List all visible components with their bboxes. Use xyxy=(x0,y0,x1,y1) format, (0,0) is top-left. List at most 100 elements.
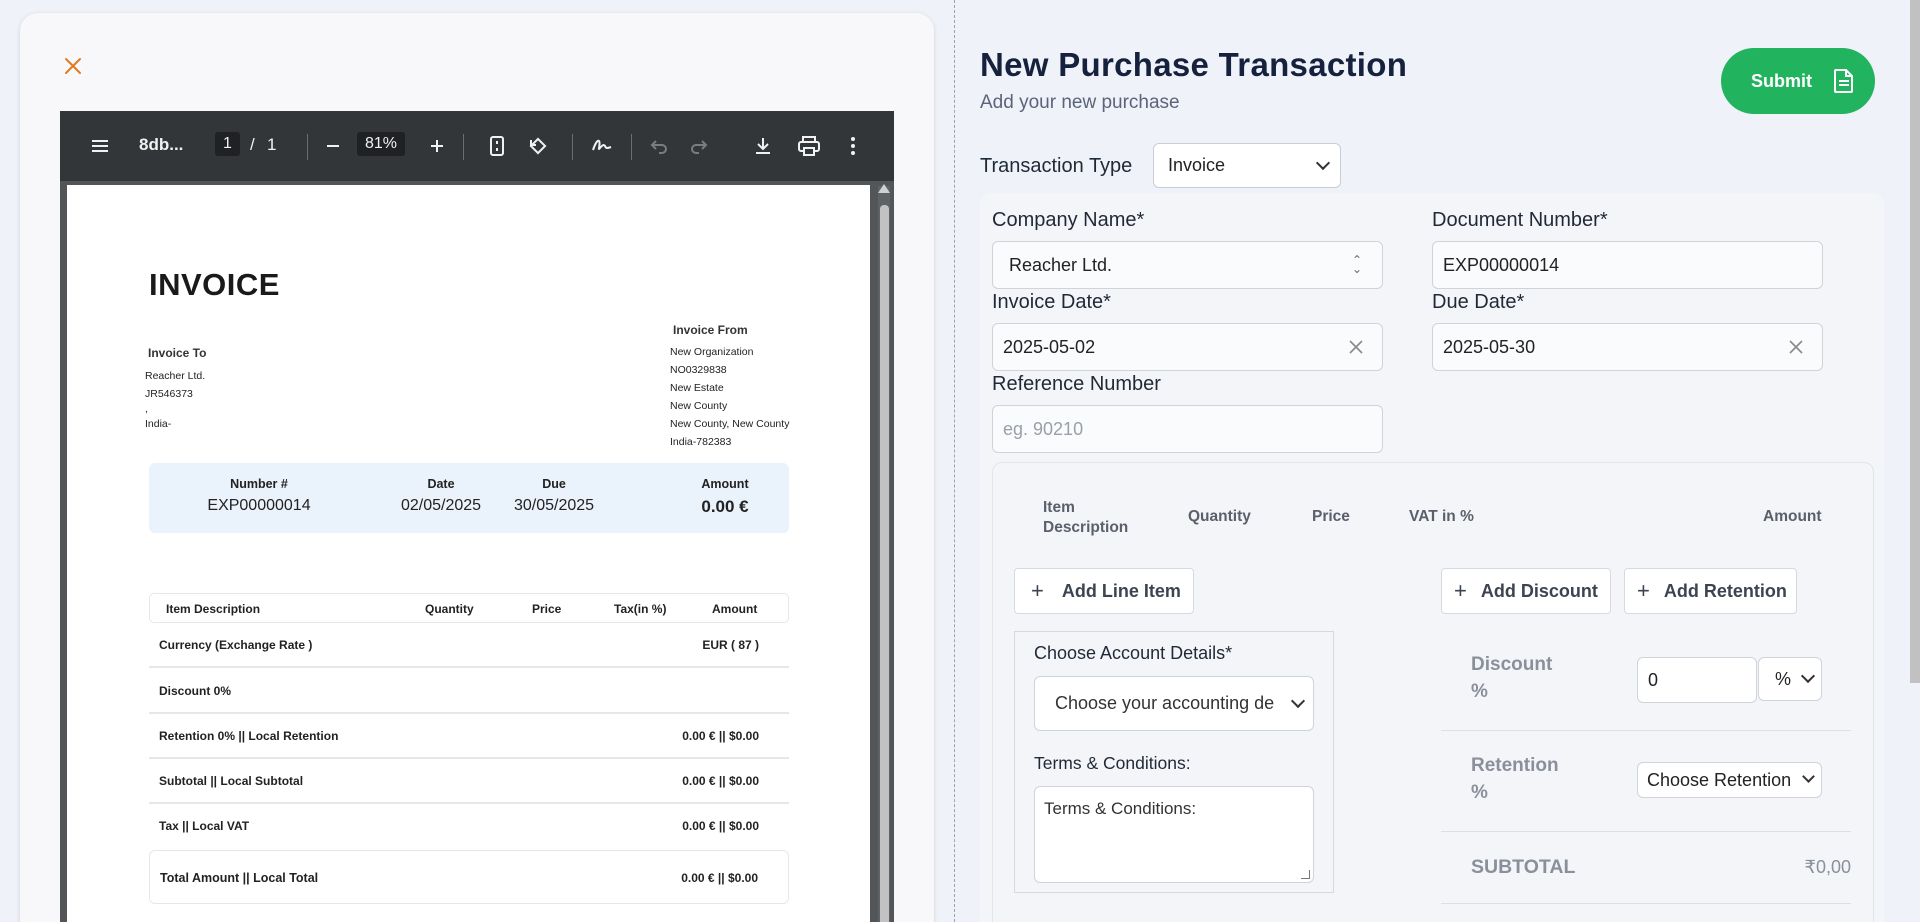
summary-date-label: Date xyxy=(427,477,455,491)
items-header-amount: Amount xyxy=(1763,508,1822,525)
zoom-level-input[interactable]: 81% xyxy=(357,132,406,156)
document-number-label: Document Number* xyxy=(1432,209,1608,231)
due-date-label: Due Date* xyxy=(1432,291,1525,313)
company-name-label: Company Name* xyxy=(992,209,1145,231)
invoice-from-line: NO0329838 xyxy=(670,364,727,376)
summary-date-value: 02/05/2025 xyxy=(400,497,482,514)
updown-chevron-icon: ⌃ ⌄ xyxy=(1351,253,1362,276)
header-item-description: Item Description xyxy=(166,602,261,616)
invoice-to-line: Reacher Ltd. xyxy=(145,370,206,382)
invoice-to-line: , xyxy=(145,403,148,415)
invoice-date-label: Invoice Date* xyxy=(992,291,1111,313)
retention-label: Retention % xyxy=(1471,752,1559,806)
chevron-down-icon xyxy=(1315,155,1331,170)
page-total: 1 xyxy=(267,135,277,154)
submit-button-label: Submit xyxy=(1751,70,1812,91)
document-icon xyxy=(1834,69,1853,93)
invoice-row-tax: Tax || Local VAT 0.00 € || $0.00 xyxy=(149,803,789,849)
page-title: New Purchase Transaction xyxy=(980,46,1408,83)
invoice-title: INVOICE xyxy=(149,267,280,302)
clear-date-icon[interactable] xyxy=(1788,339,1804,355)
chevron-down-icon xyxy=(1290,693,1306,708)
total-label: Total Amount || Local Total xyxy=(160,871,319,885)
annotate-icon[interactable] xyxy=(591,136,613,156)
retention-select[interactable]: Choose Retention xyxy=(1637,762,1822,798)
retention-label-line1: Retention xyxy=(1471,755,1559,776)
invoice-from-line: New County xyxy=(670,400,728,412)
total-value: 0.00 € || $0.00 xyxy=(681,871,758,885)
row-label: Tax || Local VAT xyxy=(159,819,250,833)
fit-page-icon[interactable] xyxy=(488,135,506,157)
discount-input[interactable]: 0 xyxy=(1637,657,1757,703)
add-retention-button[interactable]: + Add Retention xyxy=(1624,568,1797,614)
app-root: 8db... 1 / 1 81% INVOICE Invoice To Reac… xyxy=(0,0,1920,922)
menu-icon[interactable] xyxy=(90,136,110,156)
due-date-value: 2025-05-30 xyxy=(1443,336,1536,357)
undo-icon[interactable] xyxy=(650,137,668,155)
download-icon[interactable] xyxy=(753,136,773,156)
summary-number: Number # EXP00000014 xyxy=(199,477,319,515)
add-discount-label: Add Discount xyxy=(1480,580,1598,601)
close-icon[interactable] xyxy=(62,55,84,77)
pdf-scrollbar-thumb[interactable] xyxy=(880,205,889,922)
pdf-toolbar: 8db... 1 / 1 81% xyxy=(60,111,894,181)
add-discount-button[interactable]: + Add Discount xyxy=(1441,568,1611,614)
print-icon[interactable] xyxy=(798,136,820,156)
transaction-type-label: Transaction Type xyxy=(980,155,1133,177)
row-label: Retention 0% || Local Retention xyxy=(159,729,339,743)
panel-divider xyxy=(954,0,955,922)
zoom-out-icon[interactable] xyxy=(324,137,342,155)
summary-due-label: Due xyxy=(542,477,566,491)
summary-due-value: 30/05/2025 xyxy=(513,497,595,514)
account-details-select[interactable]: Choose your accounting de xyxy=(1034,676,1314,731)
header-quantity: Quantity xyxy=(425,602,474,616)
document-number-value: EXP00000014 xyxy=(1443,254,1560,275)
submit-button[interactable]: Submit xyxy=(1721,48,1875,114)
invoice-page: INVOICE Invoice To Reacher Ltd. JR546373… xyxy=(67,185,870,922)
invoice-date-value: 2025-05-02 xyxy=(1003,336,1096,357)
chevron-down-icon xyxy=(1802,770,1815,783)
reference-number-placeholder: eg. 90210 xyxy=(1003,418,1084,439)
redo-icon[interactable] xyxy=(690,137,708,155)
transaction-type-select[interactable]: Invoice xyxy=(1153,143,1341,188)
invoice-to-label: Invoice To xyxy=(148,346,207,360)
items-header-vat: VAT in % xyxy=(1409,508,1474,525)
add-line-item-label: Add Line Item xyxy=(1061,580,1181,601)
invoice-date-input[interactable]: 2025-05-02 xyxy=(992,323,1383,371)
items-header-quantity: Quantity xyxy=(1188,508,1251,525)
discount-unit-select[interactable]: % xyxy=(1758,657,1822,701)
zoom-in-icon[interactable] xyxy=(428,137,446,155)
invoice-row-subtotal: Subtotal || Local Subtotal 0.00 € || $0.… xyxy=(149,758,789,804)
toolbar-divider xyxy=(463,134,464,160)
terms-textarea[interactable]: Terms & Conditions: xyxy=(1034,786,1314,883)
row-value: 0.00 € || $0.00 xyxy=(682,819,759,833)
due-date-input[interactable]: 2025-05-30 xyxy=(1432,323,1823,371)
invoice-from-line: India-782383 xyxy=(670,436,732,448)
retention-label-line2: % xyxy=(1471,782,1488,803)
toolbar-divider xyxy=(631,134,632,160)
rotate-icon[interactable] xyxy=(527,135,549,157)
more-options-icon[interactable] xyxy=(850,136,856,156)
resize-handle-icon[interactable] xyxy=(1301,870,1310,879)
page-scrollbar-thumb[interactable] xyxy=(1910,0,1920,683)
account-details-label: Choose Account Details* xyxy=(1034,643,1233,663)
summary-amount-label: Amount xyxy=(701,477,749,491)
invoice-row-retention: Retention 0% || Local Retention 0.00 € |… xyxy=(149,713,789,759)
terms-label: Terms & Conditions: xyxy=(1034,753,1191,773)
invoice-from-label: Invoice From xyxy=(673,323,748,337)
invoice-row-currency: Currency (Exchange Rate ) EUR ( 87 ) xyxy=(149,622,789,668)
items-header-price: Price xyxy=(1312,508,1350,525)
page-number-input[interactable]: 1 xyxy=(215,132,240,156)
summary-amount: Amount 0.00 € xyxy=(685,477,765,517)
header-amount: Amount xyxy=(712,602,758,616)
header-price: Price xyxy=(532,602,562,616)
reference-number-input[interactable]: eg. 90210 xyxy=(992,405,1383,453)
chevron-down-icon xyxy=(1800,668,1816,684)
pdf-scroll-up-arrow[interactable] xyxy=(878,184,890,193)
discount-value: 0 xyxy=(1648,669,1659,690)
invoice-from-line: New Estate xyxy=(670,382,724,394)
add-line-item-button[interactable]: + Add Line Item xyxy=(1014,568,1194,614)
clear-date-icon[interactable] xyxy=(1348,339,1364,355)
company-name-select[interactable]: Reacher Ltd. ⌃ ⌄ xyxy=(992,241,1383,289)
document-number-input[interactable]: EXP00000014 xyxy=(1432,241,1823,289)
